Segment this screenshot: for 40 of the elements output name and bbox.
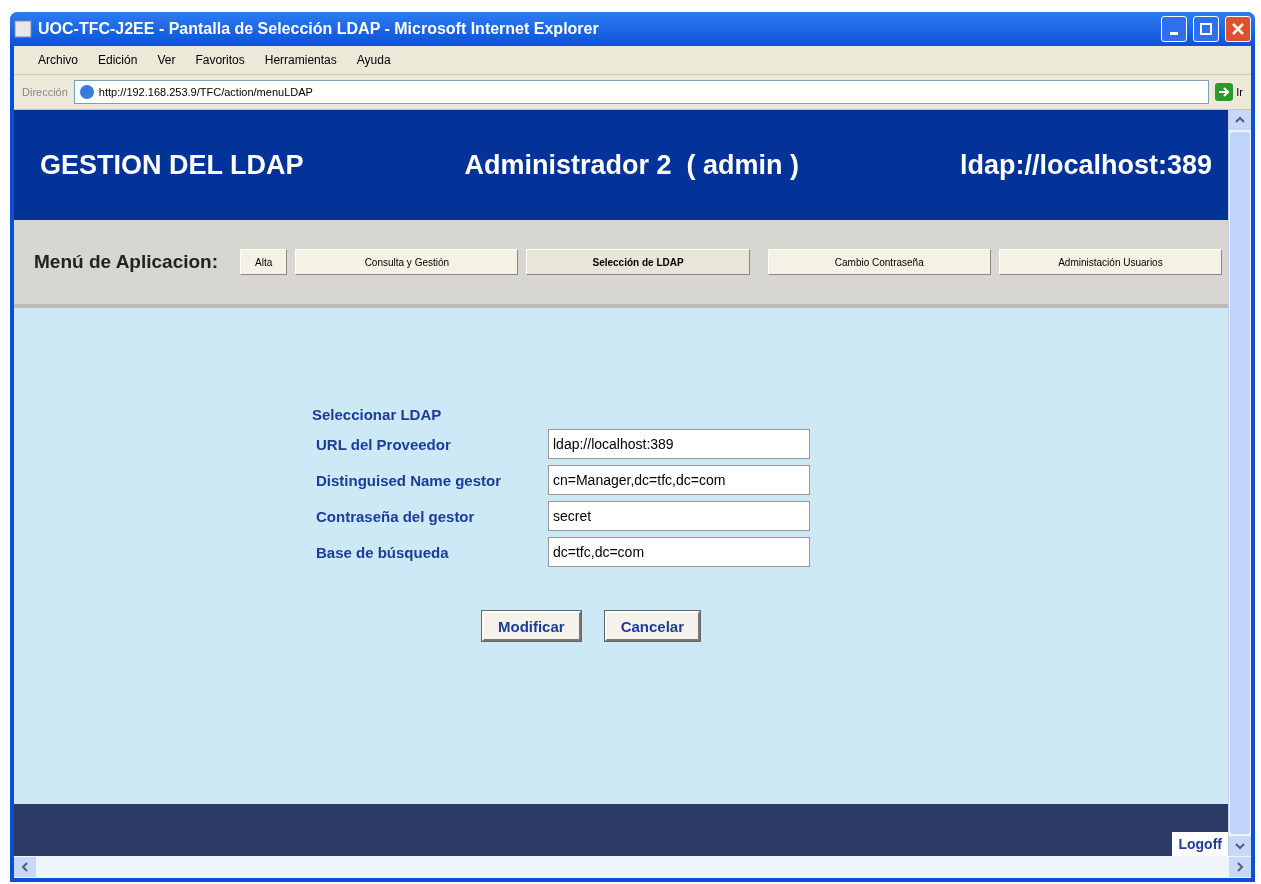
- form-button[interactable]: Modificar: [481, 611, 581, 641]
- menu-button[interactable]: Cambio Contraseña: [767, 249, 991, 275]
- field-label: Distinguised Name gestor: [315, 471, 503, 489]
- menu-item[interactable]: Archivo: [38, 53, 78, 67]
- maximize-button[interactable]: [1193, 16, 1219, 42]
- input-field[interactable]: secret: [548, 501, 810, 531]
- menu-button[interactable]: Selección de LDAP: [526, 249, 750, 275]
- close-button[interactable]: [1225, 16, 1251, 42]
- field-label: URL del Proveedor: [315, 435, 452, 453]
- vertical-scrollbar[interactable]: [1228, 110, 1251, 856]
- user-name: Administrador 2 ( admin ): [464, 149, 799, 181]
- go-button[interactable]: Ir: [1215, 83, 1243, 101]
- address-label: Dirección: [22, 86, 68, 98]
- form-button[interactable]: Cancelar: [604, 611, 701, 641]
- menu-label: Menú de Aplicacion:: [34, 251, 219, 273]
- menu-item[interactable]: Edición: [98, 53, 138, 67]
- minimize-icon: [1170, 31, 1178, 35]
- address-field[interactable]: http://192.168.253.9/TFC/action/menuLDAP: [73, 80, 1210, 104]
- input-field[interactable]: ldap://localhost:389: [548, 429, 810, 459]
- app-title: GESTION DEL LDAP: [40, 149, 304, 181]
- logoff-link[interactable]: Logoff: [1172, 832, 1228, 856]
- menu-button[interactable]: Administación Usuarios: [998, 249, 1223, 275]
- field-label: Contraseña del gestor: [315, 507, 476, 525]
- menu-button[interactable]: Alta: [240, 249, 288, 275]
- address-text: http://192.168.253.9/TFC/action/menuLDAP: [98, 86, 313, 98]
- server-url: ldap://localhost:389: [959, 149, 1212, 181]
- input-field[interactable]: cn=Manager,dc=tfc,dc=com: [548, 465, 810, 495]
- window-title: UOC-TFC-J2EE - Pantalla de Selección LDAP - Microsoft Internet Explorer: [38, 20, 600, 38]
- input-field[interactable]: dc=tfc,dc=com: [548, 537, 810, 567]
- horizontal-scrollbar[interactable]: [14, 856, 1251, 878]
- menu-item[interactable]: Ver: [157, 53, 176, 67]
- menu-button[interactable]: Consulta y Gestión: [295, 249, 519, 275]
- menu-item[interactable]: Favoritos: [195, 53, 245, 67]
- maximize-icon: [1200, 23, 1212, 35]
- form-title: Seleccionar LDAP: [312, 406, 443, 423]
- close-icon: [1232, 23, 1244, 35]
- menu-item[interactable]: Ayuda: [356, 53, 391, 67]
- field-label: Base de búsqueda: [315, 543, 450, 561]
- menu-item[interactable]: Herramientas: [264, 53, 337, 67]
- minimize-button[interactable]: [1161, 16, 1187, 42]
